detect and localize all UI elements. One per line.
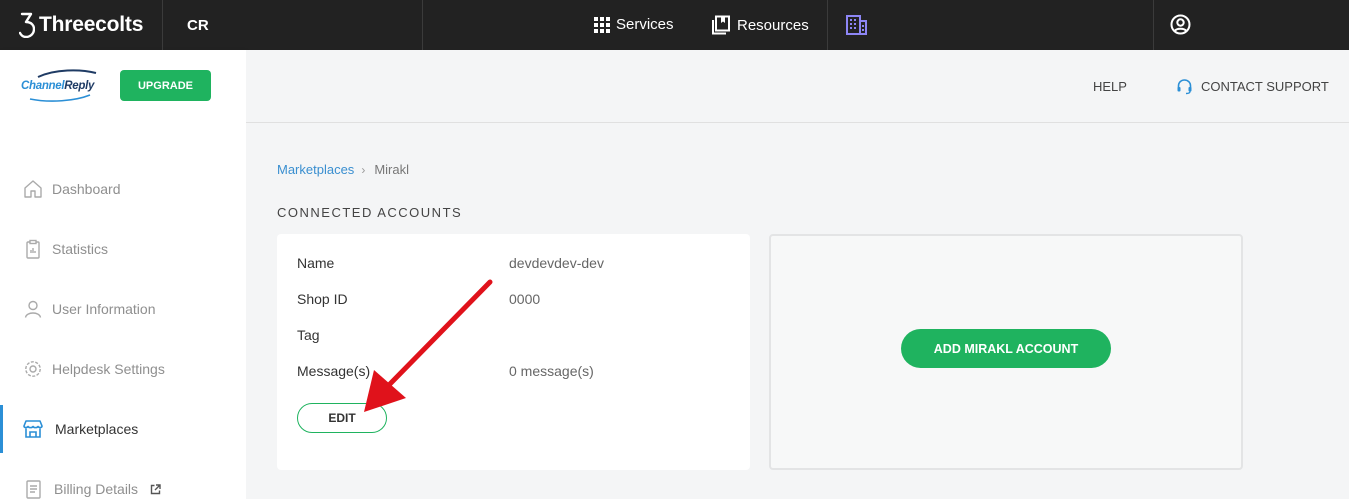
main-content: HELP CONTACT SUPPORT Marketplaces › Mira… (246, 50, 1349, 499)
section-title: CONNECTED ACCOUNTS (277, 205, 463, 220)
clipboard-icon (22, 238, 44, 260)
document-icon (22, 478, 44, 499)
book-icon (712, 15, 730, 35)
building-icon[interactable] (846, 15, 867, 35)
resources-menu[interactable]: Resources (711, 15, 809, 35)
add-mirakl-account-button[interactable]: ADD MIRAKL ACCOUNT (901, 329, 1111, 368)
help-link[interactable]: HELP (1093, 79, 1127, 94)
user-section (1153, 0, 1349, 50)
field-label-name: Name (297, 255, 335, 271)
add-account-card: ADD MIRAKL ACCOUNT (769, 234, 1243, 470)
user-icon (22, 298, 44, 320)
sidebar-item-label: Helpdesk Settings (52, 361, 165, 377)
main-header: HELP CONTACT SUPPORT (246, 50, 1349, 123)
field-value-shop-id: 0000 (509, 291, 541, 307)
external-link-icon (150, 483, 161, 494)
account-circle-icon[interactable] (1170, 14, 1191, 35)
breadcrumb-marketplaces[interactable]: Marketplaces (277, 162, 354, 177)
sidebar-item-label: Marketplaces (55, 421, 139, 437)
sidebar: ChannelReply UPGRADE Dashboard Statistic… (0, 50, 246, 499)
brand[interactable]: Threecolts (0, 0, 163, 50)
chevron-right-icon: › (361, 162, 366, 177)
sidebar-item-statistics[interactable]: Statistics (0, 225, 246, 273)
connected-account-card: Name devdevdev-dev Shop ID 0000 Tag Mess… (277, 234, 750, 470)
channelreply-logo[interactable]: ChannelReply (20, 68, 98, 104)
resources-label: Resources (737, 16, 809, 34)
sidebar-item-label: User Information (52, 301, 156, 317)
field-label-shop-id: Shop ID (297, 291, 348, 307)
field-value-name: devdevdev-dev (509, 255, 604, 271)
gear-icon (22, 358, 44, 380)
sidebar-item-helpdesk-settings[interactable]: Helpdesk Settings (0, 345, 246, 393)
sidebar-item-marketplaces[interactable]: Marketplaces (0, 405, 246, 453)
headset-icon (1177, 79, 1192, 95)
services-menu[interactable]: Services (594, 16, 674, 33)
sidebar-item-user-information[interactable]: User Information (0, 285, 246, 333)
sidebar-item-billing-details[interactable]: Billing Details (0, 465, 246, 499)
top-bar: Threecolts CR Services Resources (0, 0, 1349, 50)
contact-support-label: CONTACT SUPPORT (1201, 79, 1329, 94)
grid-icon (594, 16, 610, 33)
top-nav: Services Resources (423, 0, 828, 50)
home-icon (22, 178, 44, 200)
channelreply-wordmark: ChannelReply (21, 80, 95, 92)
upgrade-button[interactable]: UPGRADE (120, 70, 211, 101)
account-label: CR (187, 16, 209, 34)
field-value-messages: 0 message(s) (509, 363, 594, 379)
sidebar-item-label: Statistics (52, 241, 109, 257)
annotation-arrow-icon (364, 279, 493, 412)
services-label: Services (616, 16, 674, 33)
sidebar-item-dashboard[interactable]: Dashboard (0, 165, 246, 213)
brand-name: Threecolts (39, 13, 144, 36)
threecolts-logo-icon (19, 12, 35, 38)
breadcrumb-current: Mirakl (374, 162, 409, 177)
account-switcher[interactable]: CR (163, 0, 423, 50)
breadcrumb: Marketplaces › Mirakl (277, 162, 409, 177)
store-icon (22, 418, 44, 440)
field-label-tag: Tag (297, 327, 320, 343)
contact-support-link[interactable]: CONTACT SUPPORT (1176, 78, 1329, 95)
sidebar-item-label: Dashboard (52, 181, 121, 197)
sidebar-item-label: Billing Details (54, 481, 139, 497)
